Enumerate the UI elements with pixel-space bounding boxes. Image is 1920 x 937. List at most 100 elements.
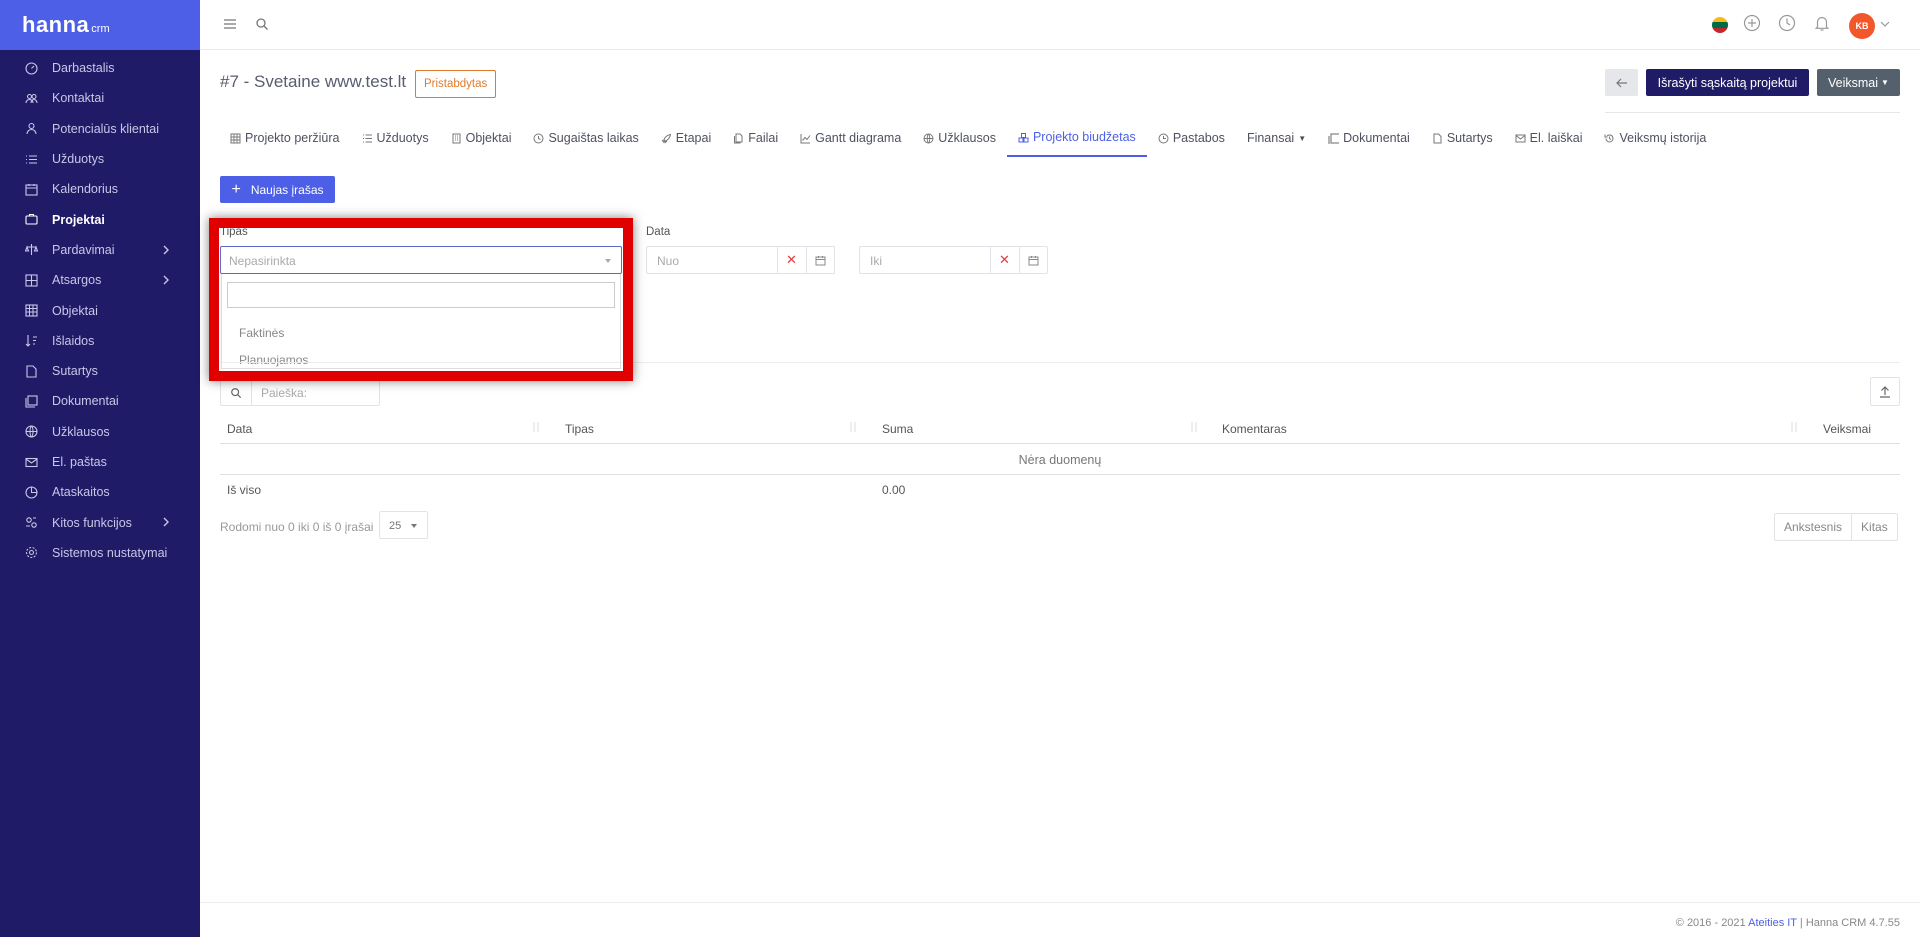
projects-icon [25, 213, 38, 226]
add-circle-icon[interactable] [1743, 14, 1763, 34]
sidebar-item-sutartys[interactable]: Sutartys [0, 356, 200, 386]
column-header-comment[interactable]: Komentaras [1222, 422, 1287, 436]
tab-projekto-biudzetas[interactable]: Projekto biudžetas [1006, 125, 1147, 157]
column-header-type[interactable]: Tipas [565, 422, 594, 436]
tab-label: Užduotys [376, 131, 429, 145]
calendar-icon[interactable] [806, 247, 834, 273]
globe-icon [923, 133, 934, 144]
export-button[interactable] [1870, 377, 1900, 406]
bell-icon[interactable] [1813, 14, 1833, 34]
lithuania-flag-icon[interactable] [1712, 17, 1728, 33]
sidebar-item-potencialus-klientai[interactable]: Potencialūs klientai [0, 114, 200, 144]
new-entry-button[interactable]: + Naujas įrašas [220, 176, 335, 203]
clock-icon[interactable] [1778, 14, 1798, 34]
tab-el-laiskai[interactable]: El. laiškai [1504, 125, 1594, 157]
search-icon [221, 380, 252, 405]
issue-invoice-button[interactable]: Išrašyti sąskaitą projektui [1646, 69, 1809, 96]
tab-uzduotys[interactable]: Užduotys [351, 125, 440, 157]
tab-label: Projekto biudžetas [1032, 130, 1136, 144]
sidebar-item-label: Dokumentai [52, 394, 119, 409]
clear-date-to-icon[interactable]: ✕ [990, 247, 1018, 273]
calendar-icon[interactable] [1019, 247, 1047, 273]
tab-label: Failai [748, 131, 779, 145]
sidebar-item-uzduotys[interactable]: Užduotys [0, 144, 200, 174]
footer-company-link[interactable]: Ateities IT [1748, 917, 1797, 929]
type-option-planned[interactable]: Planuojamos [239, 353, 308, 367]
column-header-date[interactable]: Data [227, 422, 252, 436]
hamburger-menu-icon[interactable] [223, 17, 239, 33]
dropdown-search-input[interactable] [227, 282, 615, 308]
history-icon [1604, 133, 1615, 144]
sort-icon[interactable] [1790, 421, 1798, 433]
chevron-right-icon [162, 517, 170, 527]
tab-dokumentai[interactable]: Dokumentai [1317, 125, 1421, 157]
sidebar-item-sistemos-nustatymai[interactable]: Sistemos nustatymai [0, 538, 200, 568]
tab-objektai[interactable]: Objektai [440, 125, 523, 157]
chevron-right-icon [162, 275, 170, 285]
tab-label: Finansai [1246, 131, 1295, 145]
column-header-amount[interactable]: Suma [882, 422, 913, 436]
tab-sugaistas-laikas[interactable]: Sugaištas laikas [522, 125, 649, 157]
search-icon[interactable] [255, 17, 271, 33]
pagination-next-button[interactable]: Kitas [1851, 514, 1897, 540]
sidebar-item-label: El. paštas [52, 455, 107, 469]
sort-icon[interactable] [849, 421, 857, 433]
documents-icon [25, 395, 38, 408]
sidebar-item-kalendorius[interactable]: Kalendorius [0, 174, 200, 204]
actions-label: Veiksmai [1828, 75, 1879, 90]
chevron-down-icon[interactable] [1880, 20, 1890, 28]
sidebar-item-el-pastas[interactable]: El. paštas [0, 447, 200, 477]
sidebar-item-label: Atsargos [52, 273, 102, 288]
objects-icon [25, 304, 38, 317]
table-icon [230, 133, 241, 144]
building-icon [451, 133, 462, 144]
leads-icon [25, 122, 38, 135]
sidebar-item-label: Darbastalis [52, 61, 115, 76]
sidebar-item-darbastalis[interactable]: Darbastalis [0, 53, 200, 83]
tab-etapai[interactable]: Etapai [650, 125, 722, 157]
pagination-prev-button[interactable]: Ankstesnis [1775, 514, 1851, 540]
sidebar-item-projektai[interactable]: Projektai [0, 204, 200, 234]
sort-icon[interactable] [532, 421, 540, 433]
sidebar-item-label: Kontaktai [52, 91, 105, 106]
sidebar-item-objektai[interactable]: Objektai [0, 295, 200, 325]
sidebar-item-islaidos[interactable]: Išlaidos [0, 326, 200, 356]
page-size-select[interactable]: 25 [379, 511, 428, 539]
type-option-actual[interactable]: Faktinės [239, 326, 284, 340]
sidebar-item-label: Kitos funkcijos [52, 515, 132, 530]
chevron-right-icon [162, 245, 170, 255]
tab-failai[interactable]: Failai [722, 125, 789, 157]
back-button[interactable] [1605, 69, 1638, 96]
type-select[interactable]: Nepasirinkta [220, 246, 622, 274]
sales-icon [25, 243, 38, 256]
sidebar-item-atsargos[interactable]: Atsargos [0, 265, 200, 295]
date-to-input[interactable]: Iki ✕ [859, 246, 1048, 274]
tab-sutartys[interactable]: Sutartys [1421, 125, 1504, 157]
sidebar-item-dokumentai[interactable]: Dokumentai [0, 386, 200, 416]
sidebar-item-kitos-funkcijos[interactable]: Kitos funkcijos [0, 507, 200, 537]
sidebar-item-uzklausos[interactable]: Užklausos [0, 417, 200, 447]
avatar[interactable]: KB [1849, 13, 1875, 39]
tab-veiksmu-istorija[interactable]: Veiksmų istorija [1593, 125, 1717, 157]
status-badge[interactable]: Pristabdytas [415, 70, 497, 98]
tab-uzklausos[interactable]: Užklausos [912, 125, 1007, 157]
tab-pastabos[interactable]: Pastabos [1147, 125, 1236, 157]
column-header-actions: Veiksmai [1823, 422, 1872, 436]
files-icon [733, 133, 744, 144]
tab-finansai[interactable]: Finansai ▼ [1236, 125, 1317, 157]
new-entry-label: Naujas įrašas [250, 182, 324, 197]
sidebar-nav: Darbastalis Kontaktai Potencialūs klientai… [0, 50, 200, 568]
tab-projekto-perziura[interactable]: Projekto peržiūra [220, 125, 351, 157]
sidebar-item-ataskaitos[interactable]: Ataskaitos [0, 477, 200, 507]
sort-icon[interactable] [1190, 421, 1198, 433]
date-from-input[interactable]: Nuo ✕ [646, 246, 835, 274]
sidebar-item-label: Užduotys [52, 152, 105, 167]
tab-gantt-diagrama[interactable]: Gantt diagrama [789, 125, 912, 157]
page-title: #7 - Svetaine www.test.lt [220, 72, 407, 91]
table-search-input[interactable]: Paieška: [220, 379, 380, 406]
sidebar-item-pardavimai[interactable]: Pardavimai [0, 235, 200, 265]
sidebar-item-kontaktai[interactable]: Kontaktai [0, 83, 200, 113]
app-logo[interactable]: hanna crm [0, 0, 200, 50]
clear-date-from-icon[interactable]: ✕ [777, 247, 805, 273]
actions-dropdown-button[interactable]: Veiksmai ▼ [1817, 69, 1900, 96]
